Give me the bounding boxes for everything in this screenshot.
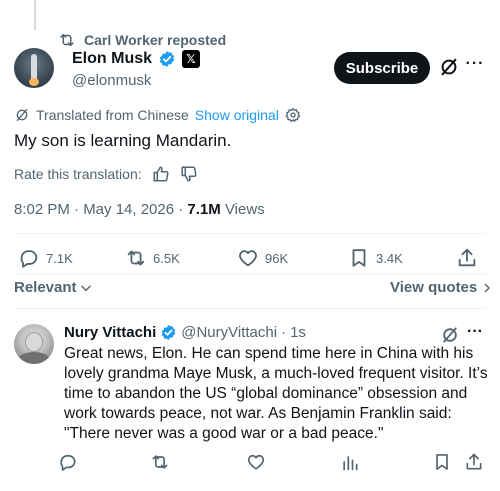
reply-time[interactable]: 1s — [290, 324, 306, 341]
tweet-text: My son is learning Mandarin. — [14, 131, 232, 150]
tweet-meta: 8:02 PM · May 14, 2026 · 7.1M Views — [14, 201, 265, 218]
reply-icon — [20, 250, 38, 268]
thumbs-down-icon[interactable] — [180, 165, 198, 183]
repost-label: Carl Worker reposted — [84, 32, 227, 48]
reply-icon[interactable] — [58, 452, 78, 472]
reply-action-bar — [58, 452, 488, 472]
like-button[interactable]: 96K — [237, 247, 288, 269]
divider — [14, 233, 486, 234]
repost-icon[interactable] — [150, 452, 170, 472]
reply-button[interactable]: 7.1K — [18, 247, 73, 269]
views-count: 7.1M — [187, 201, 221, 218]
repost-button[interactable]: 6.5K — [125, 247, 180, 269]
translation-label: Translated from Chinese — [36, 107, 189, 123]
sort-label: Relevant — [14, 279, 77, 296]
thread-line — [34, 0, 36, 30]
like-count: 96K — [265, 250, 289, 266]
rate-translation: Rate this translation: — [14, 165, 198, 183]
repost-count: 6.5K — [153, 250, 180, 266]
avatar[interactable] — [14, 48, 54, 88]
reply-author-handle[interactable]: @NuryVittachi — [181, 324, 277, 341]
subscribe-button[interactable]: Subscribe — [334, 52, 430, 84]
rocket-image — [31, 54, 37, 80]
bookmark-button[interactable]: 3.4K — [348, 247, 403, 269]
view-quotes-link[interactable]: View quotes — [390, 279, 493, 296]
reply-avatar[interactable] — [14, 324, 54, 364]
flame-image — [29, 78, 39, 86]
views-label: Views — [220, 201, 265, 218]
heart-icon — [239, 250, 257, 267]
show-original-link[interactable]: Show original — [195, 107, 279, 123]
repost-icon — [127, 250, 145, 266]
verified-badge-icon — [159, 51, 175, 67]
grok-icon[interactable] — [438, 56, 460, 78]
view-quotes-label: View quotes — [390, 279, 478, 296]
bookmark-icon — [352, 249, 366, 267]
thumbs-up-icon[interactable] — [152, 165, 170, 183]
chevron-right-icon — [485, 283, 491, 292]
translate-icon — [16, 109, 28, 121]
face-image — [25, 332, 43, 352]
reply-more-options-icon[interactable]: ··· — [464, 323, 486, 343]
translation-notice: Translated from Chinese Show original — [14, 107, 301, 123]
reply-count: 7.1K — [46, 250, 73, 266]
reply-author-name[interactable]: Nury Vittachi — [64, 324, 156, 341]
verified-badge-icon — [162, 325, 176, 340]
chevron-down-icon — [80, 285, 91, 291]
reply-separator: · — [281, 324, 287, 341]
heart-icon[interactable] — [246, 452, 266, 472]
reply-header: Nury Vittachi @NuryVittachi · 1s — [64, 324, 306, 341]
divider — [14, 308, 486, 309]
reply-text: Great news, Elon. He can spend time here… — [64, 345, 488, 442]
bookmark-icon[interactable] — [432, 452, 452, 472]
share-icon[interactable] — [456, 247, 478, 269]
divider — [14, 274, 486, 275]
share-icon[interactable] — [464, 452, 484, 472]
analytics-icon[interactable] — [340, 452, 360, 472]
repost-context[interactable]: Carl Worker reposted — [58, 30, 226, 50]
body-image — [18, 352, 50, 364]
timestamp[interactable]: 8:02 PM · May 14, 2026 · — [14, 201, 187, 218]
sort-dropdown[interactable]: Relevant — [14, 279, 93, 296]
repost-icon — [60, 34, 74, 46]
author-name[interactable]: Elon Musk — [72, 50, 152, 68]
x-logo-icon: 𝕏 — [182, 50, 201, 68]
grok-icon[interactable] — [440, 325, 460, 345]
author-handle[interactable]: @elonmusk — [72, 72, 151, 89]
author-name-row[interactable]: Elon Musk 𝕏 — [72, 50, 201, 68]
bookmark-count: 3.4K — [376, 250, 403, 266]
rate-label: Rate this translation: — [14, 166, 142, 182]
more-options-icon[interactable]: ··· — [464, 55, 486, 77]
settings-gear-icon[interactable] — [285, 107, 301, 123]
